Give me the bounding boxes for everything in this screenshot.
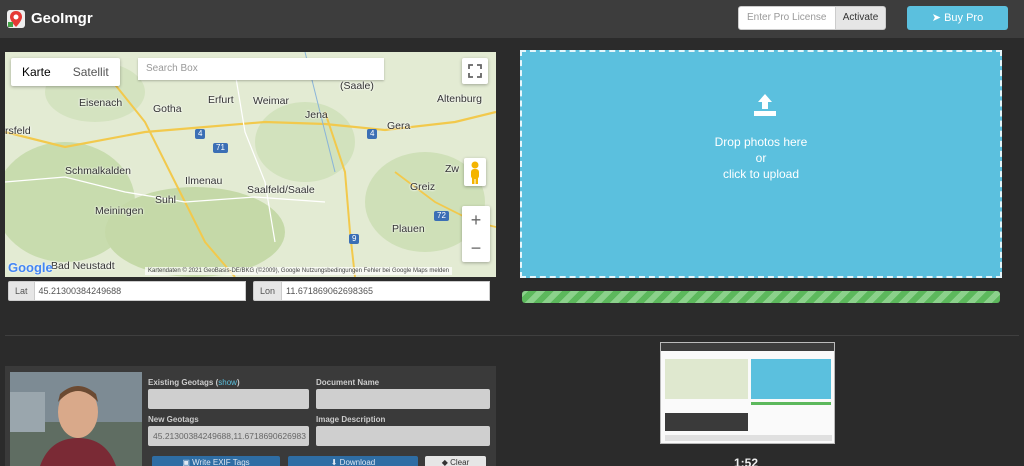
download-icon: ⬇ [330, 458, 338, 466]
existing-geotags-field[interactable] [148, 389, 309, 409]
write-exif-button[interactable]: ▣ Write EXIF Tags [152, 456, 280, 466]
lat-field-group: Lat 45.21300384249688 [8, 281, 246, 301]
video-timestamp: 1:52 [734, 456, 759, 466]
new-geotags-field[interactable]: 45.21300384249688,11.6718690626983 [148, 426, 309, 446]
road-shield: 72 [434, 211, 449, 221]
activate-button[interactable]: Activate [836, 6, 886, 30]
existing-geotags-label: Existing Geotags (show) [148, 378, 240, 387]
road-shield: 9 [349, 234, 360, 244]
image-card: Existing Geotags (show) Document Name Ne… [5, 366, 496, 466]
map-label: Weimar [253, 95, 289, 107]
zoom-out-button[interactable]: − [462, 234, 490, 262]
upload-progress-bar [522, 291, 1000, 303]
map-label: Eisenach [79, 97, 123, 109]
map-label: Jena [305, 109, 328, 121]
lat-input[interactable]: 45.21300384249688 [34, 281, 246, 301]
map-label: Gotha [153, 103, 182, 115]
lon-field-group: Lon 11.671869062698365 [253, 281, 491, 301]
map-label: Plauen [392, 223, 425, 235]
map-attribution: Kartendaten © 2021 GeoBasis-DE/BKG (©200… [145, 267, 453, 275]
new-geotags-label: New Geotags [148, 415, 199, 424]
map-search-input[interactable]: Search Box [138, 58, 384, 80]
map-label: Suhl [155, 194, 177, 206]
document-name-label: Document Name [316, 378, 380, 387]
thumb-taskbar [665, 435, 832, 441]
map-label: rsfeld [5, 125, 31, 137]
map-label: Saalfeld/Saale [247, 184, 315, 196]
map-label: Greiz [410, 181, 436, 193]
thumb-topbar [661, 343, 834, 351]
save-icon: ▣ [182, 458, 190, 466]
thumb-progress [751, 402, 831, 405]
map[interactable]: Karte Satellit Search Box Eisenach Gotha… [5, 52, 496, 277]
buy-pro-button[interactable]: ➤ Buy Pro [907, 6, 1008, 30]
map-label: Ilmenau [185, 175, 223, 187]
map-pin-logo-icon [7, 10, 25, 28]
thumb-card [665, 413, 748, 431]
photo-thumbnail [10, 372, 142, 466]
upload-icon [754, 94, 776, 116]
map-label: Altenburg [437, 93, 482, 105]
existing-geotags-text: Existing Geotags [148, 378, 214, 387]
clear-button[interactable]: ◆ Clear [425, 456, 486, 466]
divider [5, 335, 1019, 336]
map-type-karte[interactable]: Karte [11, 58, 62, 86]
road-shield: 71 [213, 143, 228, 153]
eraser-icon: ◆ [441, 458, 448, 466]
dropzone-text-3: click to upload [722, 167, 800, 181]
license-input[interactable]: Enter Pro License [738, 6, 836, 30]
app-title: GeoImgr [31, 10, 93, 27]
dropzone-text-1: Drop photos here [714, 135, 808, 149]
show-link[interactable]: show [218, 378, 237, 387]
license-group: Enter Pro License Activate [738, 6, 886, 30]
video-thumbnail[interactable] [660, 342, 835, 444]
buy-pro-label: Buy Pro [944, 12, 984, 24]
write-exif-label: Write EXIF Tags [192, 458, 250, 466]
dropzone-text-2: or [755, 151, 767, 165]
thumb-dropzone [751, 359, 831, 399]
download-label: Download [339, 458, 376, 466]
road-shield: 4 [195, 129, 206, 139]
zoom-in-button[interactable]: + [462, 206, 490, 234]
pegman-icon [471, 161, 479, 184]
zoom-control: + − [462, 206, 490, 262]
street-view-pegman[interactable] [464, 158, 486, 186]
lat-label: Lat [8, 281, 35, 301]
rocket-icon: ➤ [931, 12, 941, 24]
top-bar: GeoImgr Enter Pro License Activate ➤ Buy… [0, 0, 1024, 38]
map-label: Gera [387, 120, 411, 132]
download-button[interactable]: ⬇ Download [288, 456, 418, 466]
road-shield: 4 [367, 129, 378, 139]
thumb-map [665, 359, 748, 399]
map-label: (Saale) [340, 80, 374, 92]
image-description-field[interactable] [316, 426, 490, 446]
upload-dropzone[interactable]: Drop photos here or click to upload [520, 50, 1002, 278]
map-type-satellit[interactable]: Satellit [62, 58, 120, 86]
google-logo: Google [8, 260, 53, 275]
map-label: Erfurt [208, 94, 234, 106]
fullscreen-button[interactable] [462, 58, 488, 84]
image-description-label: Image Description [316, 415, 386, 424]
document-name-field[interactable] [316, 389, 490, 409]
map-type-toggle: Karte Satellit [11, 58, 120, 86]
map-label: Schmalkalden [65, 165, 131, 177]
lon-label: Lon [253, 281, 283, 301]
lon-input[interactable]: 11.671869062698365 [282, 281, 491, 301]
portrait-image [10, 372, 142, 466]
map-label: Bad Neustadt [51, 260, 115, 272]
map-label: Zw [445, 163, 459, 175]
map-label: Meiningen [95, 205, 144, 217]
clear-label: Clear [450, 458, 470, 466]
fullscreen-icon [468, 64, 482, 78]
